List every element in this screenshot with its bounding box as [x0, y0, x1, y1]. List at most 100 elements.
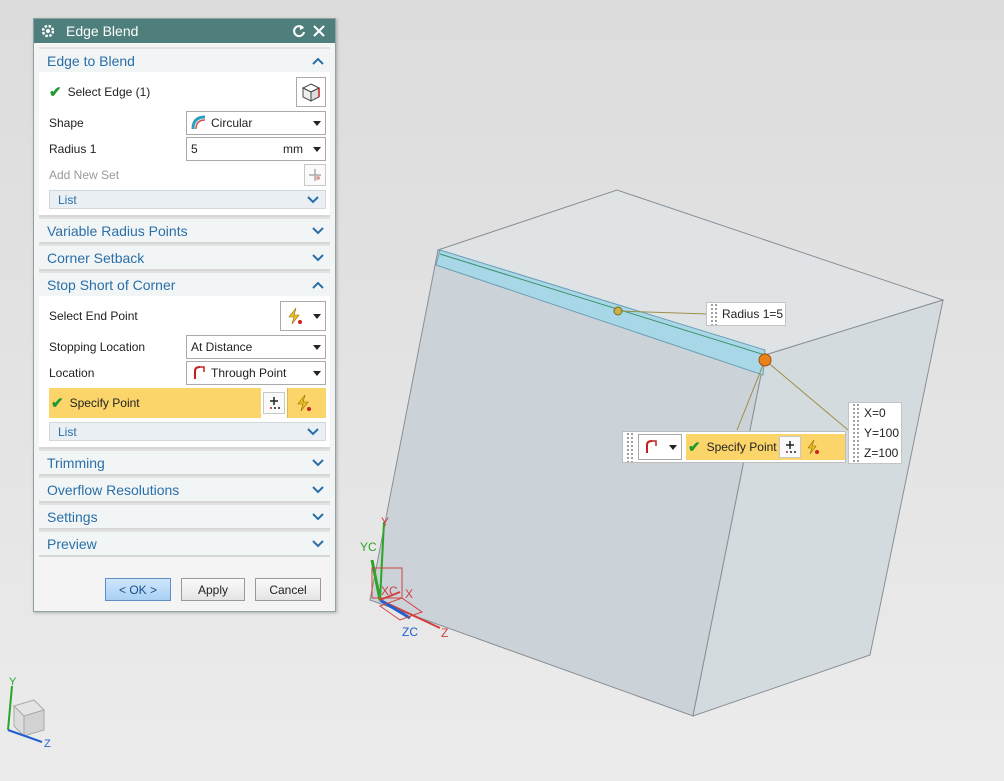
view-triad	[7, 685, 45, 743]
drag-handle[interactable]	[626, 432, 634, 462]
location-value: Through Point	[211, 366, 287, 380]
add-new-set-button[interactable]	[304, 164, 326, 186]
dialog-title: Edge Blend	[66, 23, 139, 39]
chevron-up-icon	[312, 281, 324, 289]
through-point-icon	[643, 439, 665, 455]
select-end-point-label: Select End Point	[49, 309, 138, 323]
x-label: X	[405, 587, 414, 601]
view-y-label: Y	[9, 676, 17, 688]
chevron-down-icon	[312, 458, 324, 466]
radius-input[interactable]: 5 mm	[186, 137, 326, 161]
location-type-dropdown[interactable]	[638, 434, 682, 460]
inferred-point-icon	[297, 394, 311, 412]
radius-callout-text: Radius 1=5	[722, 307, 784, 321]
location-row: Location Through Point	[39, 360, 330, 386]
coord-x[interactable]: X=0	[864, 406, 899, 420]
point-list-toggle[interactable]: List	[49, 422, 326, 441]
section-preview: Preview	[39, 530, 330, 557]
stopping-location-dropdown[interactable]: At Distance	[186, 335, 326, 359]
section-stop-short-of-corner: Stop Short of Corner Select End Point St…	[39, 271, 330, 449]
inferred-point-icon	[285, 307, 309, 325]
section-title: Preview	[47, 535, 97, 552]
list-label: List	[58, 192, 77, 207]
chevron-down-icon	[312, 253, 324, 261]
section-header-corner-setback[interactable]: Corner Setback	[39, 244, 330, 269]
shape-dropdown[interactable]: Circular	[186, 111, 326, 135]
circular-shape-icon	[191, 115, 206, 130]
location-dropdown[interactable]: Through Point	[186, 361, 326, 385]
chevron-up-icon	[312, 57, 324, 65]
section-title: Corner Setback	[47, 249, 145, 266]
check-icon: ✔	[688, 439, 701, 456]
edge-list-toggle[interactable]: List	[49, 190, 326, 209]
section-header-stop-short[interactable]: Stop Short of Corner	[39, 271, 330, 296]
section-header-settings[interactable]: Settings	[39, 503, 330, 528]
apply-button[interactable]: Apply	[181, 578, 245, 601]
close-icon[interactable]	[309, 21, 329, 41]
drag-handle[interactable]	[710, 303, 718, 325]
specify-point-row[interactable]: ✔ Specify Point	[49, 388, 326, 418]
list-label: List	[58, 424, 77, 439]
cancel-button[interactable]: Cancel	[255, 578, 321, 601]
zc-label: ZC	[402, 625, 418, 639]
coord-z[interactable]: Z=100	[864, 446, 899, 460]
section-header-preview[interactable]: Preview	[39, 530, 330, 555]
select-edge-row[interactable]: ✔ Select Edge (1)	[39, 74, 330, 110]
point-dialog-icon[interactable]	[263, 392, 285, 414]
section-variable-radius-points: Variable Radius Points	[39, 217, 330, 244]
coordinate-readout: X=0 Y=100 Z=100	[848, 402, 902, 464]
floating-specify-point[interactable]: ✔ Specify Point	[686, 434, 845, 460]
section-edge-to-blend: Edge to Blend ✔ Select Edge (1) Shape Ci…	[39, 47, 330, 217]
drag-handle[interactable]	[852, 403, 860, 463]
inferred-point-icon[interactable]	[801, 436, 823, 458]
coord-y[interactable]: Y=100	[864, 426, 899, 440]
dialog-titlebar[interactable]: Edge Blend	[34, 19, 335, 43]
section-settings: Settings	[39, 503, 330, 530]
section-header-overflow-resolutions[interactable]: Overflow Resolutions	[39, 476, 330, 501]
add-new-set-label: Add New Set	[49, 168, 120, 182]
select-edge-button[interactable]	[296, 77, 326, 107]
specify-point-snap[interactable]	[287, 388, 326, 418]
section-title: Edge to Blend	[47, 52, 135, 69]
end-point-snap-dropdown[interactable]	[280, 301, 326, 331]
floating-specify-point-label: Specify Point	[706, 440, 777, 454]
shape-label: Shape	[49, 116, 84, 130]
section-title: Settings	[47, 508, 98, 525]
xc-label: XC	[381, 584, 398, 598]
ok-button[interactable]: < OK >	[105, 578, 171, 601]
stopping-location-label: Stopping Location	[49, 340, 146, 354]
chevron-down-icon	[307, 195, 319, 203]
check-icon: ✔	[51, 395, 64, 412]
section-title: Overflow Resolutions	[47, 481, 180, 498]
specify-point-label: Specify Point	[69, 396, 140, 410]
view-z-label: Z	[44, 738, 51, 750]
chevron-down-icon	[312, 539, 324, 547]
radius-callout[interactable]: Radius 1=5	[706, 302, 786, 326]
check-icon: ✔	[49, 84, 62, 101]
radius-unit[interactable]: mm	[283, 142, 303, 156]
point-dialog-icon[interactable]	[778, 436, 801, 458]
stopping-location-row: Stopping Location At Distance	[39, 334, 330, 360]
select-edge-label: Select Edge (1)	[67, 85, 151, 99]
radius-handle[interactable]	[613, 306, 623, 316]
section-overflow-resolutions: Overflow Resolutions	[39, 476, 330, 503]
gear-icon	[40, 22, 58, 40]
shape-value: Circular	[211, 116, 253, 130]
radius-label: Radius 1	[49, 142, 97, 156]
edge-blend-dialog: Edge Blend Edge to Blend ✔ Select Edge (…	[33, 18, 336, 612]
section-header-variable-radius-points[interactable]: Variable Radius Points	[39, 217, 330, 242]
add-new-set-row: Add New Set	[39, 162, 330, 188]
select-end-point-row: Select End Point	[39, 298, 330, 334]
radius-value[interactable]: 5	[191, 142, 283, 156]
section-title: Trimming	[47, 454, 105, 471]
section-title: Stop Short of Corner	[47, 276, 176, 293]
yc-label: YC	[360, 540, 377, 554]
reset-icon[interactable]	[289, 21, 309, 41]
section-header-edge-to-blend[interactable]: Edge to Blend	[39, 47, 330, 72]
through-point-icon	[194, 366, 205, 379]
add-set-icon	[309, 169, 321, 181]
location-label: Location	[49, 366, 95, 380]
section-header-trimming[interactable]: Trimming	[39, 449, 330, 474]
stopping-location-value: At Distance	[191, 340, 253, 354]
end-point-marker[interactable]	[758, 353, 772, 367]
